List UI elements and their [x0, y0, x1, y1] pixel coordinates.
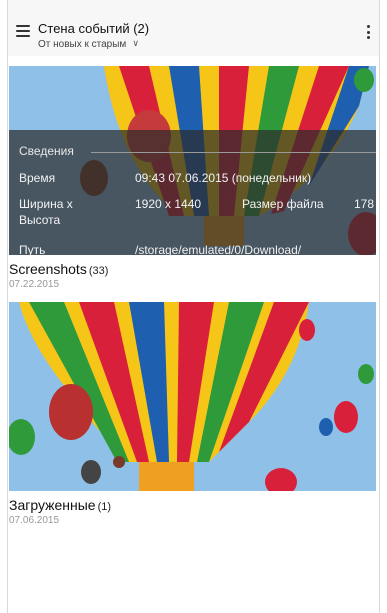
- details-overlay: Сведения Время 09:43 07.06.2015 (понедел…: [9, 130, 376, 255]
- album-title: Screenshots (33): [9, 261, 376, 277]
- more-vert-icon[interactable]: [365, 25, 371, 39]
- time-label: Время: [19, 171, 56, 185]
- album-name: Screenshots: [9, 261, 87, 277]
- sort-dropdown[interactable]: От новых к старым ∨: [38, 38, 139, 50]
- size-label-line1: Ширина x: [19, 197, 73, 211]
- album-date: 07.06.2015: [9, 515, 60, 526]
- path-label: Путь: [19, 243, 46, 255]
- details-heading: Сведения: [19, 144, 74, 158]
- path-value: /storage/emulated/0/Download/: [135, 243, 302, 255]
- size-value: 1920 x 1440: [135, 197, 202, 211]
- page-title: Стена событий (2): [38, 21, 150, 36]
- time-value: 09:43 07.06.2015 (понедельник): [135, 171, 312, 185]
- file-size-value: 178 K: [354, 197, 376, 211]
- album-date: 07.22.2015: [9, 279, 60, 290]
- top-bar: Стена событий (2) От новых к старым ∨: [8, 0, 379, 56]
- sort-label: От новых к старым: [38, 39, 127, 50]
- chevron-down-icon: ∨: [132, 38, 139, 48]
- album-card-screenshots[interactable]: Сведения Время 09:43 07.06.2015 (понедел…: [9, 66, 376, 290]
- album-count: (1): [97, 501, 112, 513]
- album-name: Загруженные: [9, 497, 96, 513]
- menu-icon[interactable]: [16, 25, 30, 37]
- size-label-line2: Высота: [19, 213, 61, 227]
- balloon-photo: [9, 302, 376, 491]
- album-card-downloads[interactable]: Загруженные (1) 07.06.2015: [9, 302, 376, 526]
- album-thumbnail: [9, 302, 376, 491]
- album-title: Загруженные (1): [9, 497, 376, 513]
- album-count: (33): [88, 265, 109, 277]
- details-divider: [91, 152, 376, 153]
- file-size-label: Размер файла: [242, 197, 324, 211]
- album-thumbnail: Сведения Время 09:43 07.06.2015 (понедел…: [9, 66, 376, 255]
